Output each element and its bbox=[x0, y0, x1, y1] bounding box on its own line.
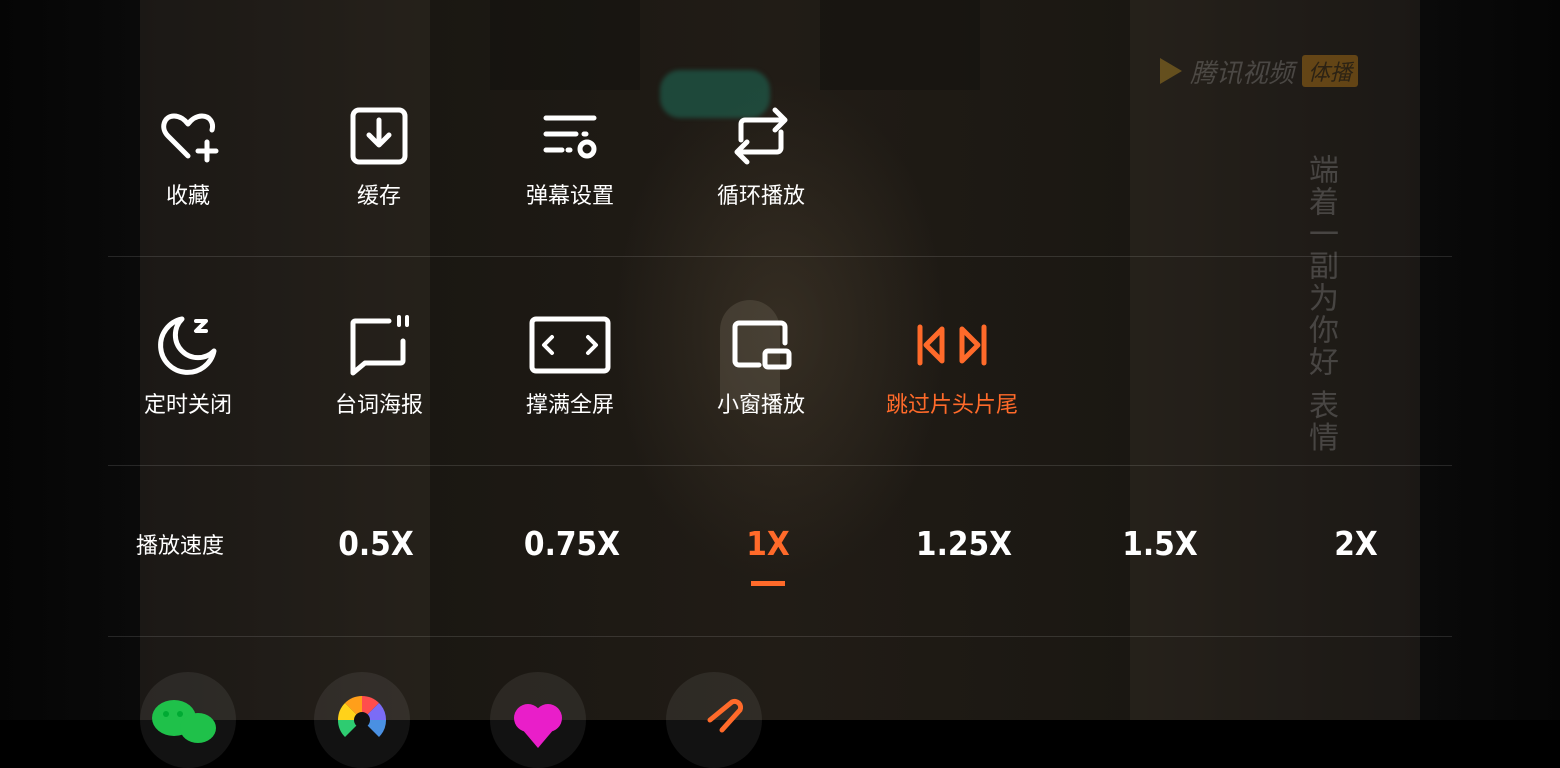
skip-intro-outro-button[interactable]: 跳过片头片尾 bbox=[872, 313, 1032, 419]
divider bbox=[108, 256, 1452, 257]
cache-button[interactable]: 缓存 bbox=[299, 104, 459, 210]
quote-poster-label: 台词海报 bbox=[334, 393, 423, 418]
favorite-label: 收藏 bbox=[165, 184, 210, 209]
stretch-screen-icon bbox=[529, 316, 611, 374]
danmaku-settings-label: 弹幕设置 bbox=[525, 184, 614, 209]
download-icon bbox=[350, 107, 408, 165]
selected-speed-indicator bbox=[751, 581, 785, 586]
sleep-timer-icon bbox=[158, 316, 217, 375]
speed-option-2x[interactable]: 2X bbox=[1286, 524, 1426, 563]
share-qq-button[interactable] bbox=[490, 672, 586, 768]
sleep-timer-button[interactable]: 定时关闭 bbox=[108, 313, 268, 419]
more-share-icon bbox=[707, 698, 744, 733]
mini-window-label: 小窗播放 bbox=[716, 393, 805, 418]
divider bbox=[108, 465, 1452, 466]
heart-plus-icon bbox=[161, 113, 219, 163]
moments-icon bbox=[337, 695, 387, 737]
share-wechat-button[interactable] bbox=[140, 672, 236, 768]
mini-window-button[interactable]: 小窗播放 bbox=[681, 313, 841, 419]
divider bbox=[108, 636, 1452, 637]
playback-speed-label: 播放速度 bbox=[135, 534, 224, 559]
sleep-timer-label: 定时关闭 bbox=[143, 393, 232, 418]
stretch-fullscreen-label: 撑满全屏 bbox=[525, 393, 614, 418]
cache-label: 缓存 bbox=[356, 184, 401, 209]
loop-play-label: 循环播放 bbox=[716, 184, 805, 209]
skip-intro-outro-icon bbox=[917, 324, 987, 366]
speed-option-1.5x[interactable]: 1.5X bbox=[1090, 524, 1230, 563]
danmaku-settings-icon bbox=[543, 115, 597, 159]
loop-play-button[interactable]: 循环播放 bbox=[681, 104, 841, 210]
more-settings-panel: 收藏 缓存 弹幕设置 循环播放 定时关闭 台词海报 撑满全屏 小窗播放 跳过片头… bbox=[0, 0, 1560, 768]
share-moments-button[interactable] bbox=[314, 672, 410, 768]
speed-option-0.75x[interactable]: 0.75X bbox=[502, 524, 642, 563]
danmaku-settings-button[interactable]: 弹幕设置 bbox=[490, 104, 650, 210]
stretch-fullscreen-button[interactable]: 撑满全屏 bbox=[490, 313, 650, 419]
skip-intro-outro-label: 跳过片头片尾 bbox=[885, 393, 1018, 418]
picture-in-picture-icon bbox=[732, 320, 792, 370]
speed-option-1.25x[interactable]: 1.25X bbox=[894, 524, 1034, 563]
qq-icon bbox=[514, 704, 562, 748]
loop-icon bbox=[734, 107, 788, 165]
share-more-button[interactable] bbox=[666, 672, 762, 768]
quote-poster-icon bbox=[350, 315, 409, 376]
wechat-icon bbox=[152, 700, 216, 743]
speed-option-1x[interactable]: 1X bbox=[698, 524, 838, 563]
quote-poster-button[interactable]: 台词海报 bbox=[299, 313, 459, 419]
speed-option-0.5x[interactable]: 0.5X bbox=[306, 524, 446, 563]
favorite-button[interactable]: 收藏 bbox=[108, 104, 268, 210]
